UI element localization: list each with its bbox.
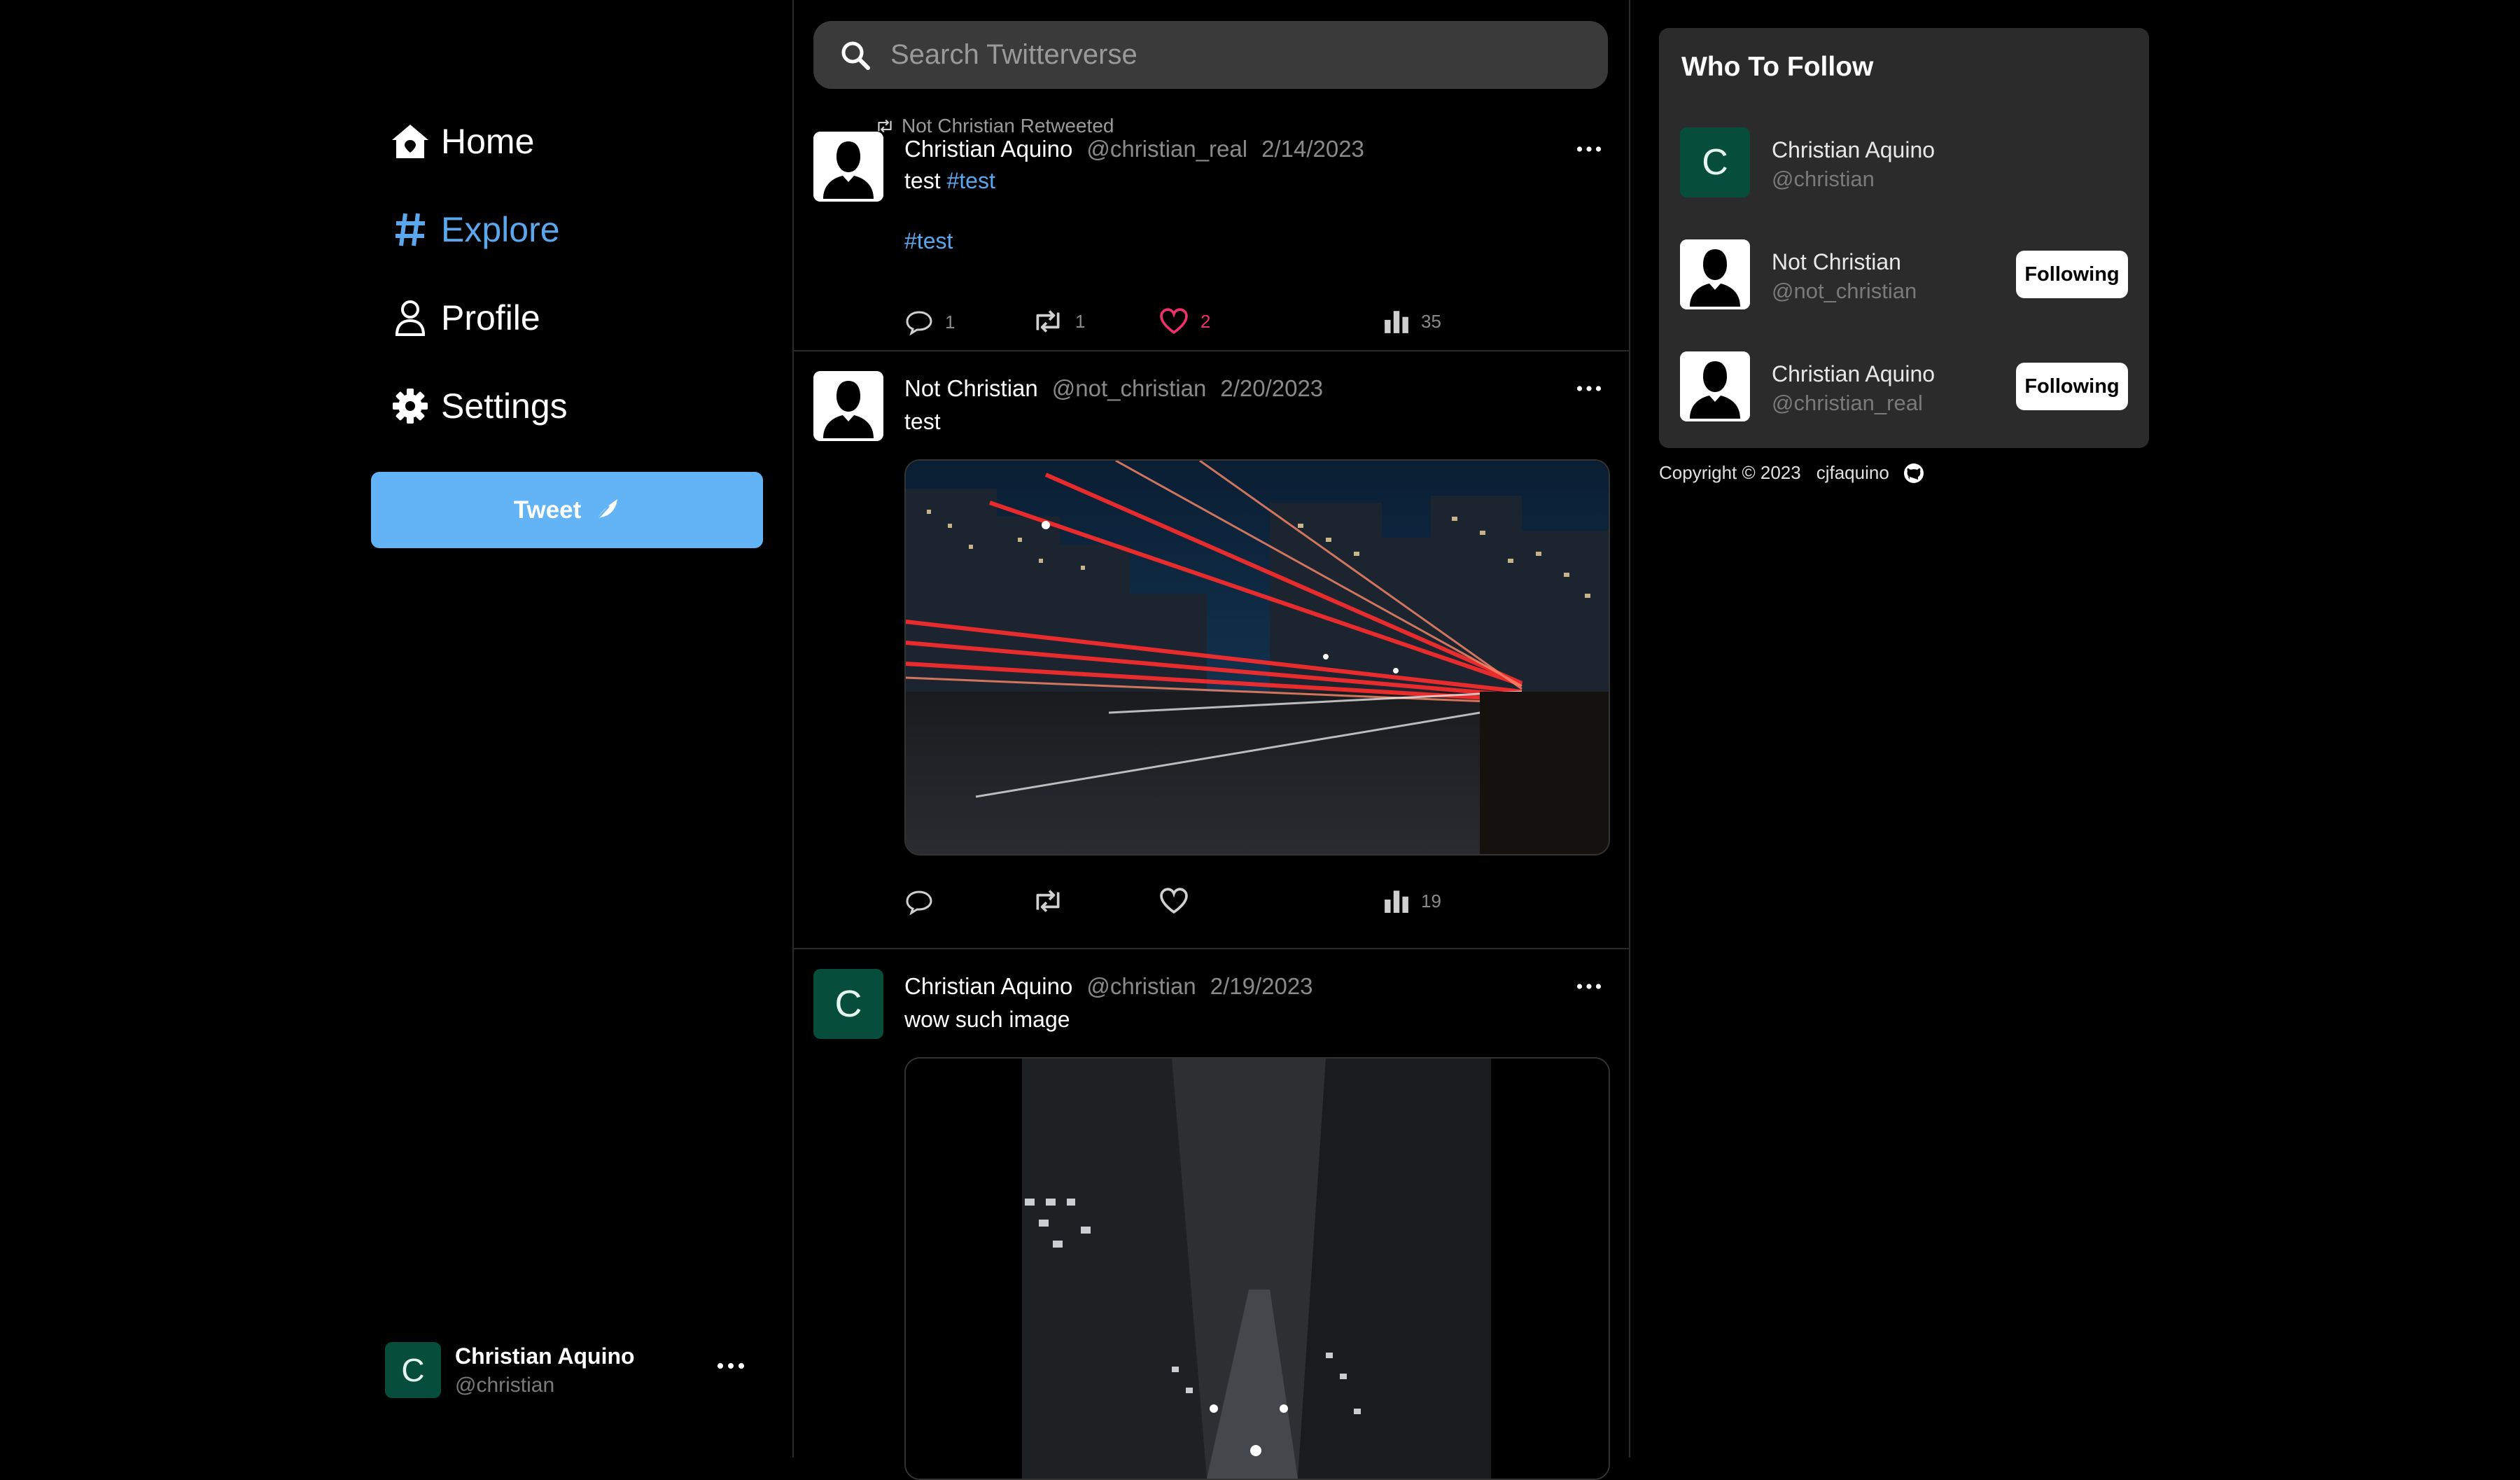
tweet-button-label: Tweet — [513, 496, 582, 524]
reply-button[interactable] — [904, 888, 934, 916]
tweet-date: 2/20/2023 — [1220, 375, 1324, 401]
avatar — [1680, 239, 1750, 309]
hashtag-link[interactable]: #test — [904, 228, 953, 253]
tweet-author-name[interactable]: Christian Aquino — [904, 973, 1072, 1000]
retweeted-by: Not Christian Retweeted — [902, 115, 1114, 137]
reply-icon — [904, 888, 934, 916]
panel-title: Who To Follow — [1681, 52, 1874, 82]
suggestion-name: Christian Aquino — [1772, 361, 1935, 386]
avatar[interactable] — [813, 371, 883, 441]
suggestion-handle: @not_christian — [1772, 279, 1917, 303]
retweet-icon — [1032, 308, 1064, 335]
footer: Copyright © 2023 cjfaquino — [1659, 462, 1924, 484]
like-button[interactable]: 2 — [1158, 308, 1210, 335]
retweet-button[interactable]: 1 — [1032, 308, 1085, 335]
retweet-button[interactable] — [1032, 888, 1064, 914]
nav-label: Settings — [441, 386, 568, 426]
follow-suggestion[interactable]: C Christian Aquino @christian — [1680, 127, 2128, 197]
suggestion-handle: @christian_real — [1772, 391, 1923, 415]
tweet-actions: 1 1 2 35 — [904, 308, 1441, 343]
more-options-icon[interactable] — [1576, 385, 1602, 392]
retweet-icon — [1032, 888, 1064, 914]
tweet-hashtags: #test — [904, 228, 953, 254]
nav-item-profile[interactable]: Profile — [389, 297, 540, 339]
heart-icon — [1158, 308, 1189, 335]
view-count: 35 — [1421, 310, 1441, 332]
nav-item-explore[interactable]: Explore — [389, 209, 560, 251]
search-icon — [840, 40, 871, 71]
following-button[interactable]: Following — [2016, 363, 2128, 410]
nav-item-settings[interactable]: Settings — [389, 385, 568, 427]
views-button[interactable]: 19 — [1383, 888, 1441, 914]
hashtag-link[interactable]: #test — [946, 168, 995, 193]
reply-count: 1 — [945, 311, 955, 333]
avatar: C — [1680, 127, 1750, 197]
tweet-author-name[interactable]: Not Christian — [904, 375, 1038, 402]
suggestion-name: Christian Aquino — [1772, 137, 1935, 162]
user-icon — [389, 297, 431, 339]
tweet-body: test — [904, 168, 941, 193]
github-icon[interactable] — [1903, 463, 1924, 484]
more-options-icon[interactable] — [1576, 146, 1602, 153]
search-bar[interactable] — [813, 21, 1608, 89]
home-icon — [389, 120, 431, 162]
tweet[interactable]: Not Christian @not_christian 2/20/2023 t… — [794, 351, 1630, 949]
like-count: 2 — [1200, 310, 1211, 332]
tweet-author-name[interactable]: Christian Aquino — [904, 136, 1072, 162]
suggestion-name: Not Christian — [1772, 249, 1901, 274]
heart-icon — [1158, 888, 1189, 914]
follow-suggestion[interactable]: Not Christian @not_christian Following — [1680, 239, 2128, 309]
nav-label: Explore — [441, 210, 560, 249]
views-icon — [1383, 888, 1410, 914]
views-button[interactable]: 35 — [1383, 308, 1441, 335]
tweet-image[interactable] — [904, 1057, 1610, 1480]
tweet-body: wow such image — [904, 1007, 1070, 1032]
feather-icon — [592, 496, 620, 524]
account-name: Christian Aquino — [455, 1343, 635, 1369]
views-icon — [1383, 308, 1410, 335]
tweet-author-handle[interactable]: @christian_real — [1086, 136, 1247, 162]
tweet-author-handle[interactable]: @not_christian — [1052, 375, 1207, 402]
account-switcher[interactable]: C Christian Aquino @christian — [385, 1342, 635, 1398]
tweet-body: test — [904, 409, 941, 434]
avatar[interactable] — [813, 132, 883, 202]
more-options-icon[interactable] — [717, 1362, 745, 1369]
tweet-date: 2/19/2023 — [1210, 973, 1313, 999]
follow-suggestion[interactable]: Christian Aquino @christian_real Followi… — [1680, 351, 2128, 421]
tweet-image[interactable] — [904, 459, 1610, 856]
reply-icon — [904, 308, 934, 336]
who-to-follow-panel: Who To Follow C Christian Aquino @christ… — [1659, 28, 2149, 448]
tweet-button[interactable]: Tweet — [371, 472, 763, 548]
retweet-indicator: Not Christian Retweeted — [875, 115, 1114, 137]
account-handle: @christian — [455, 1373, 555, 1397]
retweet-count: 1 — [1075, 310, 1086, 332]
like-button[interactable] — [1158, 888, 1189, 914]
avatar[interactable]: C — [813, 969, 883, 1039]
tweet-actions: 19 — [904, 888, 1441, 923]
tweet[interactable]: Not Christian Retweeted Christian Aquino… — [794, 112, 1630, 351]
nav-label: Profile — [441, 298, 540, 337]
tweet[interactable]: C Christian Aquino @christian 2/19/2023 … — [794, 949, 1630, 1480]
suggestion-handle: @christian — [1772, 167, 1875, 191]
following-button[interactable]: Following — [2016, 251, 2128, 298]
search-input[interactable] — [889, 39, 1564, 71]
nav-item-home[interactable]: Home — [389, 120, 534, 162]
tweet-author-handle[interactable]: @christian — [1086, 973, 1196, 1000]
copyright-text: Copyright © 2023 — [1659, 462, 1801, 483]
more-options-icon[interactable] — [1576, 983, 1602, 990]
avatar: C — [385, 1342, 441, 1398]
nav-label: Home — [441, 122, 535, 161]
avatar — [1680, 351, 1750, 421]
tweet-date: 2/14/2023 — [1261, 136, 1364, 162]
author-link[interactable]: cjfaquino — [1816, 462, 1889, 484]
gear-icon — [389, 385, 431, 427]
tweet-text: test #test — [904, 168, 995, 194]
hashtag-icon — [389, 209, 431, 251]
reply-button[interactable]: 1 — [904, 308, 955, 336]
view-count: 19 — [1421, 890, 1441, 912]
